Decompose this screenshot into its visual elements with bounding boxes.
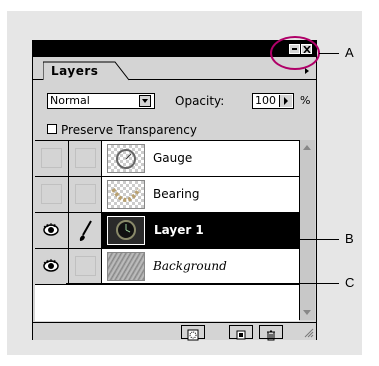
link-toggle[interactable] bbox=[69, 177, 102, 212]
layer-name: Bearing bbox=[153, 187, 200, 201]
layers-palette: Layers Normal Opacity: 100 % Preserve Tr… bbox=[32, 40, 317, 341]
blend-mode-value: Normal bbox=[50, 94, 90, 107]
link-toggle[interactable] bbox=[69, 249, 102, 284]
layers-list: Gauge Bearing Layer 1 Background bbox=[35, 140, 299, 321]
opacity-unit: % bbox=[300, 94, 311, 107]
opacity-field[interactable]: 100 bbox=[252, 93, 294, 109]
callout-label-c: C bbox=[345, 275, 355, 290]
visibility-toggle[interactable] bbox=[35, 249, 69, 284]
chevron-down-icon[interactable] bbox=[139, 95, 151, 107]
clock-thumb-icon bbox=[116, 220, 136, 240]
eye-icon bbox=[43, 223, 59, 236]
scroll-up-icon[interactable] bbox=[303, 145, 311, 150]
visibility-slot bbox=[41, 148, 62, 168]
visibility-toggle[interactable] bbox=[35, 213, 69, 248]
callout-label-b: B bbox=[345, 231, 354, 246]
layer-thumbnail bbox=[107, 144, 145, 173]
paintbrush-icon bbox=[79, 220, 92, 241]
visibility-toggle[interactable] bbox=[35, 177, 69, 212]
tab-layers-label: Layers bbox=[51, 64, 99, 78]
visibility-toggle[interactable] bbox=[35, 141, 69, 176]
gauge-thumb-icon bbox=[116, 149, 136, 169]
layer-thumbnail bbox=[107, 216, 145, 245]
new-layer-icon[interactable] bbox=[229, 325, 253, 340]
layer-mask-icon[interactable] bbox=[181, 325, 205, 341]
link-toggle[interactable] bbox=[69, 213, 102, 248]
bearing-thumb-icon bbox=[111, 187, 141, 202]
palette-bottom-bar bbox=[33, 322, 316, 341]
layer-row-selected[interactable]: Layer 1 bbox=[35, 213, 299, 249]
callout-line-c bbox=[66, 283, 339, 284]
layer-thumbnail bbox=[107, 180, 145, 209]
layer-row[interactable]: Gauge bbox=[35, 141, 299, 177]
link-toggle[interactable] bbox=[69, 141, 102, 176]
visibility-slot bbox=[41, 184, 62, 204]
layer-name: Background bbox=[153, 259, 227, 273]
callout-circle bbox=[270, 36, 320, 70]
link-slot bbox=[75, 256, 96, 276]
callout-label-a: A bbox=[345, 45, 354, 60]
layer-thumbnail bbox=[107, 252, 145, 281]
eye-icon bbox=[43, 259, 59, 272]
opacity-value: 100 bbox=[255, 94, 276, 107]
callout-line-a bbox=[319, 53, 339, 54]
preserve-transparency-label: Preserve Transparency bbox=[61, 123, 197, 137]
preserve-transparency-checkbox[interactable] bbox=[47, 124, 57, 134]
trash-icon[interactable] bbox=[259, 325, 283, 341]
link-slot bbox=[75, 148, 96, 168]
layer-name: Gauge bbox=[153, 151, 193, 165]
opacity-slider-arrow-icon[interactable] bbox=[279, 95, 292, 107]
tab-layers[interactable]: Layers bbox=[43, 61, 133, 81]
scroll-down-icon[interactable] bbox=[303, 310, 311, 315]
opacity-label: Opacity: bbox=[175, 94, 225, 108]
layers-scrollbar[interactable] bbox=[299, 140, 315, 320]
layer-name: Layer 1 bbox=[154, 223, 204, 237]
link-slot bbox=[75, 184, 96, 204]
layer-row[interactable]: Bearing bbox=[35, 177, 299, 213]
layer-row[interactable]: Background bbox=[35, 249, 299, 285]
resize-grip-icon[interactable] bbox=[302, 326, 314, 338]
blend-mode-select[interactable]: Normal bbox=[47, 93, 155, 109]
callout-line-b bbox=[285, 239, 339, 240]
